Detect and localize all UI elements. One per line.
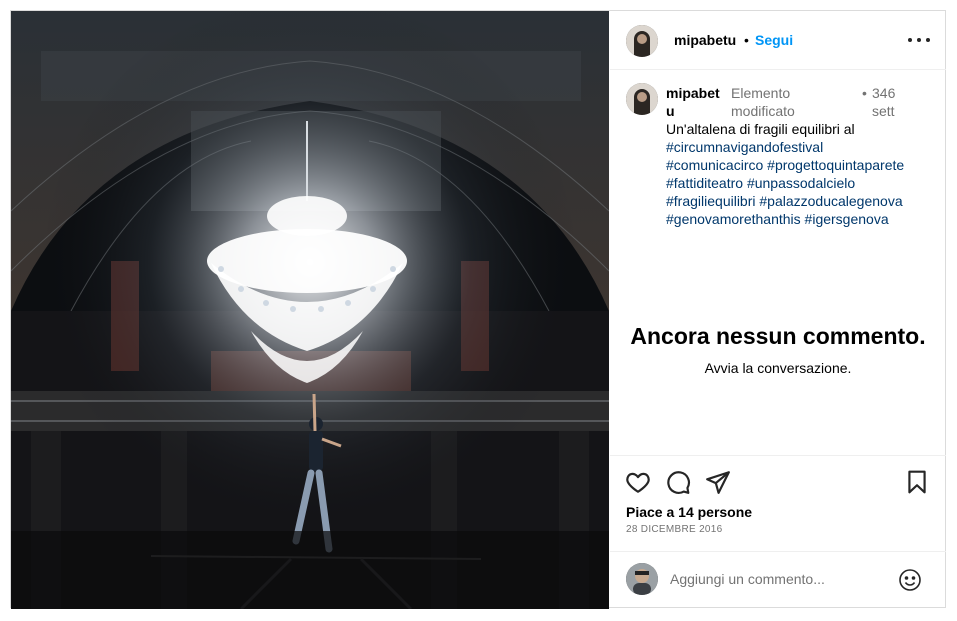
emoji-icon[interactable] [898,568,922,592]
caption-text: Un'altalena di fragili equilibri al #cir… [666,120,936,228]
hashtag-link[interactable]: #comunicacirco [666,157,763,173]
likes-count[interactable]: Piace a 14 persone [626,504,752,520]
hashtag-link[interactable]: #progettoquintaparete [767,157,904,173]
caption-username[interactable]: mipabetu [666,84,724,120]
caption-body: Un'altalena di fragili equilibri al [666,121,855,137]
post-side-panel: mipabetu • Segui mipabetu Elemento modif… [610,11,946,607]
post-photo[interactable] [11,11,609,609]
comment-icon[interactable] [665,469,691,495]
empty-comments-subtitle: Avvia la conversazione. [704,360,852,376]
bookmark-icon[interactable] [904,469,930,495]
hashtag-link[interactable]: #palazzoducalegenova [759,193,902,209]
empty-comments-title: Ancora nessun commento. [630,323,926,349]
hashtag-link[interactable]: #genovamorethanthis [666,211,801,227]
caption-avatar[interactable] [626,83,658,115]
caption-separator: • [862,85,867,101]
follow-button[interactable]: Segui [755,32,793,48]
chandelier-hall-image [11,11,609,609]
comment-divider [610,551,946,552]
hashtag-link[interactable]: #circumnavigandofestival [666,139,823,155]
author-avatar[interactable] [626,25,658,57]
current-user-avatar [626,563,658,595]
post-header: mipabetu • Segui [610,11,946,70]
post-dialog: mipabetu • Segui mipabetu Elemento modif… [10,10,946,609]
heart-icon[interactable] [625,469,651,495]
hashtag-link[interactable]: #fragiliequilibri [666,193,756,209]
hashtag-link[interactable]: #unpassodalcielo [747,175,855,191]
edited-label: Elemento modificato [731,85,795,119]
add-comment-input[interactable] [670,569,890,589]
more-horizontal-icon[interactable] [908,32,930,48]
actions-divider [610,455,946,456]
hashtag-link[interactable]: #fattiditeatro [666,175,743,191]
header-separator: • [744,32,749,48]
caption-age[interactable]: 346 sett [872,84,912,120]
hashtag-link[interactable]: #igersgenova [805,211,889,227]
author-username[interactable]: mipabetu [674,32,736,48]
send-icon[interactable] [705,469,731,495]
post-date[interactable]: 28 DICEMBRE 2016 [626,524,723,535]
